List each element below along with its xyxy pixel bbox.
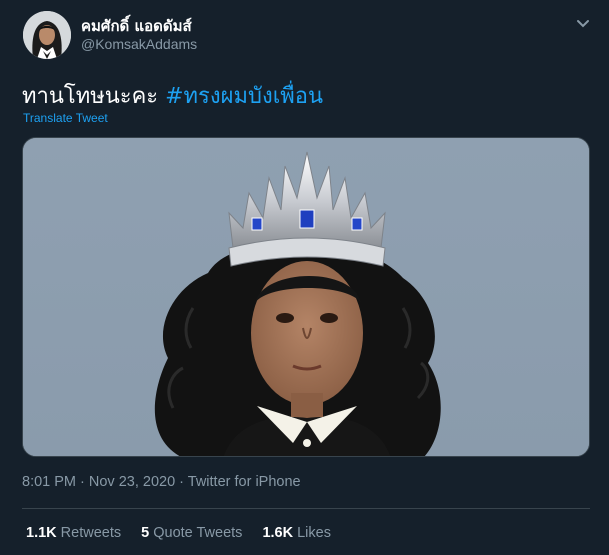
- chevron-down-icon[interactable]: [573, 14, 593, 34]
- avatar-image: [23, 11, 71, 59]
- meta-separator-2: ·: [175, 474, 188, 490]
- divider: [22, 508, 590, 509]
- tweet-text: ทานโทษนะคะ #ทรงผมบังเพื่อน: [22, 78, 323, 113]
- retweets-stat[interactable]: 1.1K Retweets: [26, 525, 121, 541]
- likes-count: 1.6K: [262, 525, 294, 541]
- quotes-label: Quote Tweets: [149, 525, 243, 541]
- meta-separator: ·: [76, 474, 89, 490]
- tweet-time[interactable]: 8:01 PM: [22, 474, 76, 490]
- retweets-label: Retweets: [56, 525, 122, 541]
- retweets-count: 1.1K: [26, 525, 57, 541]
- tweet-body: ทานโทษนะคะ: [22, 84, 166, 109]
- likes-label: Likes: [293, 525, 331, 541]
- tweet-meta: 8:01 PM · Nov 23, 2020 · Twitter for iPh…: [22, 474, 301, 490]
- tweet-media-image[interactable]: [22, 137, 590, 457]
- hashtag-link[interactable]: #ทรงผมบังเพื่อน: [165, 84, 323, 109]
- display-name[interactable]: คมศักดิ์ แอดดัมส์: [81, 14, 192, 38]
- quotes-count: 5: [141, 525, 150, 541]
- likes-stat[interactable]: 1.6K Likes: [262, 525, 331, 541]
- tweet-source[interactable]: Twitter for iPhone: [188, 474, 301, 490]
- translate-tweet-link[interactable]: Translate Tweet: [23, 111, 108, 125]
- tweet-stats: 1.1K Retweets 5 Quote Tweets 1.6K Likes: [26, 525, 331, 541]
- quote-tweets-stat[interactable]: 5 Quote Tweets: [141, 525, 242, 541]
- tweet-date[interactable]: Nov 23, 2020: [89, 474, 175, 490]
- avatar[interactable]: [23, 11, 71, 59]
- user-handle[interactable]: @KomsakAddams: [81, 36, 197, 52]
